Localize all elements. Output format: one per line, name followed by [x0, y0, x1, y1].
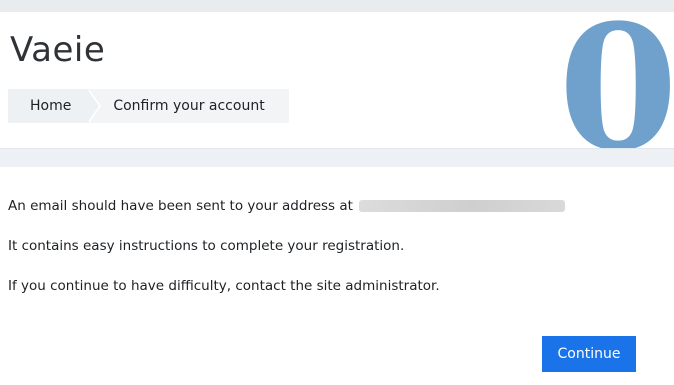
continue-button[interactable]: Continue [542, 336, 636, 372]
page-title: Vaeie [10, 30, 106, 70]
difficulty-message: If you continue to have difficulty, cont… [8, 278, 440, 294]
instructions-message: It contains easy instructions to complet… [8, 238, 405, 254]
breadcrumb-current: Confirm your account [87, 89, 289, 123]
overlay-digit: 0 [558, 0, 674, 189]
breadcrumb-home-link[interactable]: Home [8, 89, 102, 123]
main-content: An email should have been sent to your a… [8, 197, 648, 317]
header-divider [0, 148, 674, 167]
redacted-email-address [358, 200, 565, 212]
breadcrumb: Home Confirm your account [8, 89, 289, 123]
email-sent-text: An email should have been sent to your a… [8, 198, 353, 214]
email-sent-message: An email should have been sent to your a… [8, 197, 648, 215]
